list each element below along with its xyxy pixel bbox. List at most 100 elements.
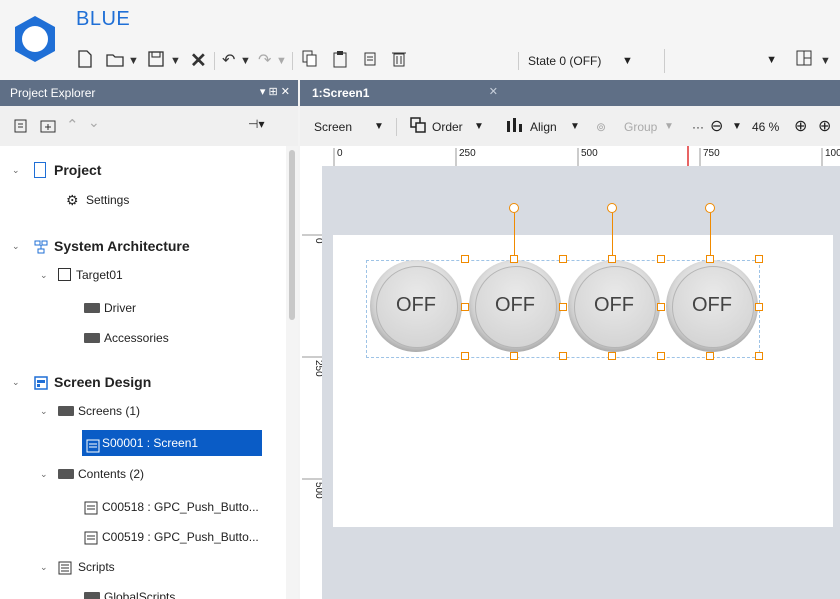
redo-dropdown-icon[interactable]: ▼ bbox=[276, 50, 287, 72]
order-button[interactable]: Order bbox=[432, 120, 463, 134]
chevron-down-icon[interactable]: ▼ bbox=[664, 121, 674, 132]
rotate-handle[interactable] bbox=[509, 203, 519, 213]
tree-node-scripts[interactable]: ⌄ Scripts bbox=[40, 556, 280, 578]
paste-icon[interactable] bbox=[332, 50, 348, 72]
tree-node-screens[interactable]: ⌄ Screens (1) bbox=[40, 400, 280, 422]
undo-icon[interactable]: ↶ bbox=[222, 50, 235, 72]
tree-node-system-architecture[interactable]: ⌄ System Architecture bbox=[12, 235, 282, 257]
resize-handle[interactable] bbox=[608, 352, 616, 360]
tree-label: System Architecture bbox=[54, 238, 190, 254]
rotate-handle[interactable] bbox=[705, 203, 715, 213]
resize-handle[interactable] bbox=[608, 255, 616, 263]
tree-node-settings[interactable]: ⚙ Settings bbox=[66, 189, 266, 211]
duplicate-icon[interactable] bbox=[362, 50, 378, 72]
tab-screen1[interactable]: 1:Screen1 ✕ bbox=[300, 80, 510, 106]
tab-label: 1:Screen1 bbox=[312, 86, 370, 100]
ruler-corner bbox=[300, 146, 323, 167]
chevron-down-icon[interactable]: ⌄ bbox=[40, 463, 52, 485]
resize-handle[interactable] bbox=[461, 255, 469, 263]
resize-handle[interactable] bbox=[559, 303, 567, 311]
project-explorer-title: Project Explorer bbox=[10, 86, 96, 100]
open-dropdown-icon[interactable]: ▼ bbox=[128, 50, 139, 72]
resize-handle[interactable] bbox=[510, 352, 518, 360]
resize-handle[interactable] bbox=[657, 303, 665, 311]
secondary-select[interactable]: ▼ bbox=[664, 49, 785, 73]
resize-handle[interactable] bbox=[461, 352, 469, 360]
chevron-down-icon[interactable]: ⌄ bbox=[12, 159, 24, 181]
tree-node-driver[interactable]: Driver bbox=[84, 297, 284, 319]
resize-handle[interactable] bbox=[461, 303, 469, 311]
resize-handle[interactable] bbox=[559, 352, 567, 360]
tree-node-project[interactable]: ⌄ Project bbox=[12, 159, 282, 181]
close-x-icon[interactable]: ✕ bbox=[190, 50, 207, 72]
chevron-down-icon[interactable]: ⌄ bbox=[40, 556, 52, 578]
explorer-scrollbar[interactable] bbox=[286, 146, 298, 599]
open-folder-icon[interactable] bbox=[106, 50, 124, 72]
chevron-down-icon[interactable]: ▼ bbox=[374, 121, 384, 132]
align-button[interactable]: Align bbox=[530, 120, 557, 134]
panel-controls-icon[interactable]: ▾ ⊞ ✕ bbox=[260, 85, 290, 98]
scrollbar-thumb[interactable] bbox=[289, 150, 295, 320]
close-icon[interactable]: ✕ bbox=[489, 85, 498, 98]
resize-handle[interactable] bbox=[706, 255, 714, 263]
undo-dropdown-icon[interactable]: ▼ bbox=[240, 50, 251, 72]
tree-node-screen1[interactable]: S00001 : Screen1 bbox=[82, 430, 262, 456]
tree-label: Contents (2) bbox=[78, 467, 145, 481]
rotate-handle[interactable] bbox=[607, 203, 617, 213]
resize-handle[interactable] bbox=[755, 303, 763, 311]
tree-node-content-c00518[interactable]: C00518 : GPC_Push_Butto... bbox=[84, 496, 284, 518]
chevron-down-icon[interactable]: ▼ bbox=[474, 121, 484, 132]
resize-handle[interactable] bbox=[755, 255, 763, 263]
chevron-down-icon[interactable]: ▼ bbox=[732, 121, 742, 132]
layout-dropdown-icon[interactable]: ▼ bbox=[820, 50, 831, 72]
button-label: OFF bbox=[396, 294, 436, 316]
resize-handle[interactable] bbox=[657, 352, 665, 360]
tree-node-global-scripts[interactable]: GlobalScripts bbox=[84, 586, 284, 599]
move-up-icon[interactable]: ⌃ bbox=[66, 116, 79, 134]
chevron-down-icon[interactable]: ⌄ bbox=[40, 264, 52, 286]
save-icon[interactable] bbox=[148, 50, 164, 72]
resize-handle[interactable] bbox=[559, 255, 567, 263]
state-dropdown-icon[interactable]: ▼ bbox=[622, 50, 662, 72]
trash-icon[interactable] bbox=[392, 50, 406, 72]
tree-label: S00001 : Screen1 bbox=[102, 436, 199, 450]
resize-handle[interactable] bbox=[510, 255, 518, 263]
ruler-tick-label: 250 bbox=[459, 148, 476, 159]
add-folder-icon[interactable] bbox=[40, 118, 56, 137]
layout-icon[interactable] bbox=[796, 50, 812, 72]
resize-handle[interactable] bbox=[657, 255, 665, 263]
more-options-button[interactable]: ··· bbox=[692, 120, 704, 134]
state-select[interactable]: State 0 (OFF) bbox=[528, 50, 610, 72]
new-file-icon[interactable] bbox=[78, 50, 92, 72]
tree-node-content-c00519[interactable]: C00519 : GPC_Push_Butto... bbox=[84, 526, 284, 548]
zoom-fit-icon[interactable]: ⊕ bbox=[818, 116, 831, 136]
chevron-down-icon[interactable]: ⌄ bbox=[12, 235, 24, 257]
tree-node-target01[interactable]: ⌄ Target01 bbox=[40, 264, 280, 286]
save-dropdown-icon[interactable]: ▼ bbox=[170, 50, 181, 72]
tree-node-contents[interactable]: ⌄ Contents (2) bbox=[40, 463, 280, 485]
push-button-3[interactable]: OFF bbox=[568, 260, 660, 352]
screen-toolbar: Screen ▼ Order ▼ Align ▼ ⊚ Group ▼ ··· ⊖… bbox=[300, 106, 840, 147]
tree-node-screen-design[interactable]: ⌄ Screen Design bbox=[12, 371, 282, 393]
push-button-4[interactable]: OFF bbox=[666, 260, 758, 352]
zoom-level[interactable]: 46 % bbox=[752, 120, 779, 134]
move-down-icon[interactable]: ⌄ bbox=[88, 114, 100, 131]
pin-icon[interactable]: ⊣▾ bbox=[248, 117, 264, 131]
chevron-down-icon[interactable]: ⌄ bbox=[40, 400, 52, 422]
tree-node-accessories[interactable]: Accessories bbox=[84, 327, 284, 349]
vertical-ruler: 0 250 500 bbox=[300, 166, 323, 599]
resize-handle[interactable] bbox=[706, 352, 714, 360]
screen-menu-button[interactable]: Screen bbox=[314, 120, 352, 134]
group-button[interactable]: Group bbox=[624, 120, 657, 134]
zoom-in-icon[interactable]: ⊕ bbox=[794, 116, 807, 136]
zoom-out-icon[interactable]: ⊖ bbox=[710, 116, 723, 136]
redo-icon[interactable]: ↷ bbox=[258, 50, 271, 72]
push-button-2[interactable]: OFF bbox=[469, 260, 561, 352]
push-button-1[interactable]: OFF bbox=[370, 260, 462, 352]
chevron-down-icon[interactable]: ▼ bbox=[570, 121, 580, 132]
resize-handle[interactable] bbox=[755, 352, 763, 360]
add-item-icon[interactable] bbox=[14, 118, 30, 137]
chevron-down-icon[interactable]: ⌄ bbox=[12, 371, 24, 393]
copy-icon[interactable] bbox=[302, 50, 318, 72]
tree-label: Driver bbox=[104, 301, 136, 315]
